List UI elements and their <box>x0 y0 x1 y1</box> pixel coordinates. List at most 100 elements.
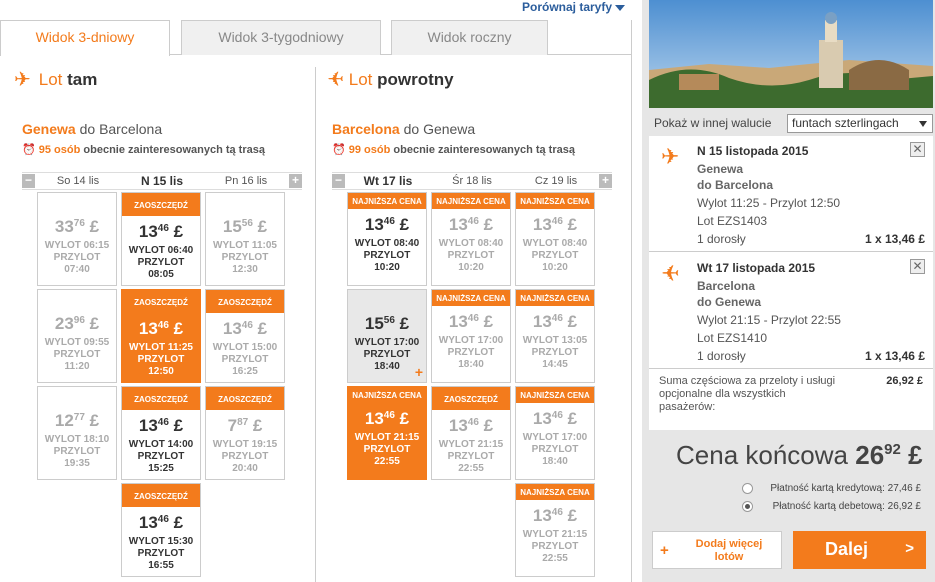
fare-time-arr: 08:05 <box>148 269 174 280</box>
fare-cell[interactable]: NAJNIŻSZA CENA 1346 £ WYLOT 21:15 PRZYLOT 22… <box>515 483 595 577</box>
currency-label: Pokaż w innej walucie <box>654 116 772 130</box>
fare-currency: £ <box>478 416 494 435</box>
fare-time-arr-label: PRZYLOT <box>363 444 411 455</box>
fare-cell[interactable]: ZAOSZCZĘDŹ 1346 £ WYLOT 06:40 PRZYLOT 08:05 <box>121 192 201 286</box>
fare-price: 2396 £ <box>38 314 116 334</box>
outbound-interest: ⏰ 95 osób obecnie zainteresowanych tą tr… <box>12 143 312 156</box>
inbound-interest: ⏰ 99 osób obecnie zainteresowanych tą tr… <box>322 143 622 156</box>
tab-year[interactable]: Widok roczny <box>391 20 548 55</box>
fare-cell[interactable]: NAJNIŻSZA CENA 1346 £ WYLOT 08:40 PRZYLOT 10… <box>515 192 595 286</box>
day-label[interactable]: Pn 16 lis <box>205 173 287 190</box>
close-icon[interactable]: ✕ <box>910 259 925 274</box>
fare-time-arr-label: PRZYLOT <box>363 250 411 261</box>
prev-days-button[interactable]: − <box>22 174 35 188</box>
fare-cell[interactable]: 1556 £ WYLOT 17:00 PRZYLOT 18:40 + <box>347 289 427 383</box>
next-days-button[interactable]: + <box>599 174 612 188</box>
title-lot: Lot <box>348 70 373 89</box>
fare-cell[interactable]: NAJNIŻSZA CENA 1346 £ WYLOT 17:00 PRZYLOT 18… <box>431 289 511 383</box>
day-label[interactable]: Śr 18 lis <box>431 173 513 190</box>
tab-3-day[interactable]: Widok 3-dniowy <box>0 20 170 56</box>
fare-price-main: 13 <box>222 319 242 338</box>
add-flights-button[interactable]: + Dodaj więcej lotów <box>652 531 782 569</box>
route-to: Barcelona <box>99 121 163 137</box>
fare-price-main: 13 <box>138 513 158 532</box>
fare-cell[interactable]: ZAOSZCZĘDŹ 1346 £ WYLOT 14:00 PRZYLOT 15:25 <box>121 386 201 480</box>
radio-credit[interactable] <box>742 483 753 494</box>
fare-cell[interactable]: ZAOSZCZĘDŹ 787 £ WYLOT 19:15 PRZYLOT 20:40 <box>205 386 285 480</box>
summary-leg-outbound: ✈ N 15 listopada 2015 Genewa do Barcelon… <box>649 136 933 252</box>
fare-price: 1277 £ <box>38 411 116 431</box>
pay-credit-label: Płatność kartą kredytową: 27,46 £ <box>770 483 921 494</box>
fare-price: 1346 £ <box>122 513 200 533</box>
fare-price-decimal: 46 <box>157 320 169 331</box>
fare-cell[interactable]: NAJNIŻSZA CENA 1346 £ WYLOT 08:40 PRZYLOT 10… <box>431 192 511 286</box>
fare-times: WYLOT 08:40 PRZYLOT 10:20 <box>516 238 594 274</box>
fare-tag: ZAOSZCZĘDŹ <box>122 387 200 410</box>
final-price-main: 26 <box>855 440 885 470</box>
fare-time-arr-label: PRZYLOT <box>221 451 269 462</box>
fare-cell[interactable]: ZAOSZCZĘDŹ 1346 £ WYLOT 21:15 PRZYLOT 22:55 <box>431 386 511 480</box>
leg-from: Genewa <box>697 162 744 176</box>
fare-time-dep: WYLOT 17:00 <box>354 337 420 348</box>
fare-times: WYLOT 09:55 PRZYLOT 11:20 <box>38 337 116 373</box>
fare-price-decimal: 96 <box>73 315 85 326</box>
outbound-day-bar: − So 14 lis N 15 lis Pn 16 lis + <box>22 172 302 190</box>
fare-times: WYLOT 21:15 PRZYLOT 22:55 <box>516 529 594 565</box>
fare-cell[interactable]: 1556 £ WYLOT 11:05 PRZYLOT 12:30 <box>205 192 285 286</box>
fare-cell[interactable]: ZAOSZCZĘDŹ 1346 £ WYLOT 11:25 PRZYLOT 12:50 <box>121 289 201 383</box>
fare-price-main: 13 <box>448 312 468 331</box>
tab-3-week[interactable]: Widok 3-tygodniowy <box>181 20 381 55</box>
final-price-currency: £ <box>908 440 923 470</box>
currency-select[interactable]: funtach szterlingach <box>787 114 933 133</box>
fare-price-main: 13 <box>448 416 468 435</box>
route-from: Genewa <box>22 121 76 137</box>
close-icon[interactable]: ✕ <box>910 142 925 157</box>
fare-times: WYLOT 14:00 PRZYLOT 15:25 <box>122 439 200 475</box>
fare-time-dep: WYLOT 09:55 <box>44 337 110 348</box>
plane-icon: ✈ <box>661 261 680 286</box>
fare-cell[interactable]: NAJNIŻSZA CENA 1346 £ WYLOT 13:05 PRZYLOT 14… <box>515 289 595 383</box>
fare-cell[interactable]: ZAOSZCZĘDŹ 1346 £ WYLOT 15:00 PRZYLOT 16:25 <box>205 289 285 383</box>
fare-currency: £ <box>168 513 184 532</box>
fare-price: 1556 £ <box>348 314 426 334</box>
fare-cell[interactable]: 1277 £ WYLOT 18:10 PRZYLOT 19:35 <box>37 386 117 480</box>
fare-times: WYLOT 19:15 PRZYLOT 20:40 <box>206 439 284 475</box>
subtotal-amount: 26,92 £ <box>886 375 923 387</box>
fare-time-arr-label: PRZYLOT <box>363 349 411 360</box>
fare-cell[interactable]: 3376 £ WYLOT 06:15 PRZYLOT 07:40 <box>37 192 117 286</box>
next-days-button[interactable]: + <box>289 174 302 188</box>
fare-time-arr: 22:55 <box>542 553 568 564</box>
interest-text: obecnie zainteresowanych tą trasą <box>83 144 265 156</box>
outbound-fare-grid: 3376 £ WYLOT 06:15 PRZYLOT 07:40 2396 £ WYLOT… <box>37 192 287 582</box>
fare-price: 787 £ <box>206 416 284 436</box>
fare-cell[interactable]: 2396 £ WYLOT 09:55 PRZYLOT 11:20 <box>37 289 117 383</box>
fare-time-dep: WYLOT 08:40 <box>438 238 504 249</box>
day-label[interactable]: So 14 lis <box>37 173 119 190</box>
fare-price: 1346 £ <box>516 506 594 526</box>
prev-days-button[interactable]: − <box>332 174 345 188</box>
fare-cell[interactable]: NAJNIŻSZA CENA 1346 £ WYLOT 08:40 PRZYLOT 10… <box>347 192 427 286</box>
compare-fares-label: Porównaj taryfy <box>522 0 613 14</box>
fare-time-arr: 12:30 <box>232 264 258 275</box>
compare-fares-link[interactable]: Porównaj taryfy <box>522 0 626 14</box>
fare-price: 1346 £ <box>348 215 426 235</box>
radio-debit[interactable] <box>742 501 753 512</box>
fare-time-arr-label: PRZYLOT <box>137 354 185 365</box>
fare-currency: £ <box>562 215 578 234</box>
fare-time-arr: 14:45 <box>542 359 568 370</box>
fare-price-decimal: 46 <box>383 216 395 227</box>
day-label[interactable]: Cz 19 lis <box>515 173 597 190</box>
day-label-selected[interactable]: Wt 17 lis <box>347 173 429 190</box>
final-price-label: Cena końcowa <box>676 440 848 470</box>
next-button[interactable]: Dalej > <box>793 531 926 569</box>
fare-price-main: 12 <box>54 411 74 430</box>
leg-from: Barcelona <box>697 279 756 293</box>
fare-time-dep: WYLOT 11:25 <box>129 342 193 353</box>
fare-cell[interactable]: ZAOSZCZĘDŹ 1346 £ WYLOT 15:30 PRZYLOT 16:55 <box>121 483 201 577</box>
route-from: Barcelona <box>332 121 400 137</box>
day-label-selected[interactable]: N 15 lis <box>121 173 203 190</box>
fare-cell[interactable]: NAJNIŻSZA CENA 1346 £ WYLOT 21:15 PRZYLOT 22… <box>347 386 427 480</box>
fare-time-arr: 18:40 <box>542 456 568 467</box>
fare-cell[interactable]: NAJNIŻSZA CENA 1346 £ WYLOT 17:00 PRZYLOT 18… <box>515 386 595 480</box>
fare-price-main: 13 <box>364 215 384 234</box>
